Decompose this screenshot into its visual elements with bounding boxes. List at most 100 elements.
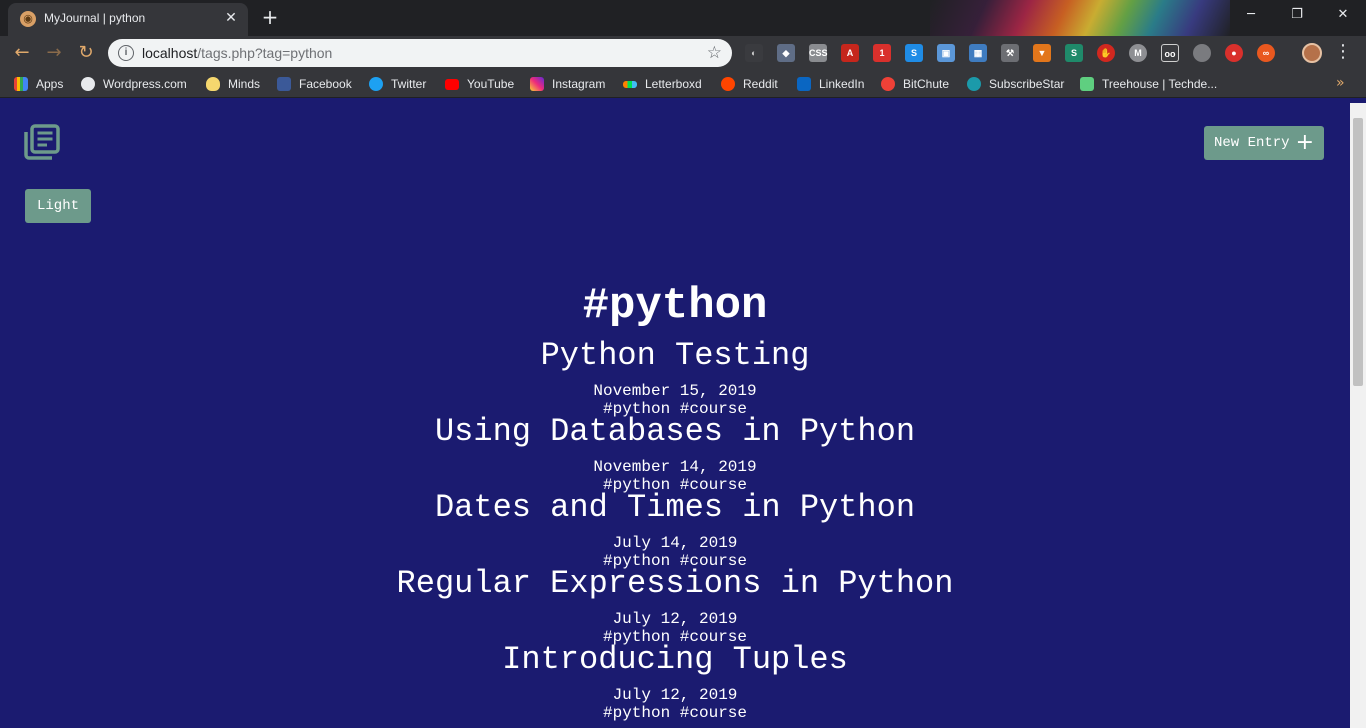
entry-title-link[interactable]: Python Testing: [0, 334, 1350, 378]
extension-screenshot-icon[interactable]: ▦: [969, 44, 987, 62]
bookmark-label: Apps: [36, 77, 64, 91]
extension-pdf-icon[interactable]: A: [841, 44, 859, 62]
entry-date: November 14, 2019: [593, 458, 757, 476]
scrollbar-thumb[interactable]: [1353, 118, 1363, 386]
bookmark-label: Minds: [228, 77, 261, 91]
tag-results: #python Python Testing November 15, 2019…: [0, 278, 1350, 722]
browser-tab-active[interactable]: ◉ MyJournal | python ✕: [8, 3, 248, 36]
extension-s-icon[interactable]: S: [905, 44, 923, 62]
entry-item: Using Databases in Python November 14, 2…: [0, 410, 1350, 494]
forward-arrow-icon[interactable]: →: [42, 41, 66, 65]
entry-title-link[interactable]: Regular Expressions in Python: [0, 562, 1350, 606]
entry-item: Dates and Times in Python July 14, 2019 …: [0, 486, 1350, 570]
page-scrollbar[interactable]: [1350, 103, 1366, 728]
bookmark-linkedin[interactable]: LinkedIn: [797, 76, 864, 92]
entry-date: November 15, 2019: [593, 382, 757, 400]
close-window-button[interactable]: ✕: [1320, 0, 1366, 30]
entry-date: July 14, 2019: [612, 534, 738, 552]
address-url: localhost/tags.php?tag=python: [142, 45, 333, 61]
journal-logo-icon[interactable]: [22, 124, 60, 160]
bookmark-label: LinkedIn: [819, 77, 865, 91]
browser-theme-art: [930, 0, 1230, 36]
wrench-icon[interactable]: ⚒: [1001, 44, 1019, 62]
extension-s-green-icon[interactable]: S: [1065, 44, 1083, 62]
back-arrow-icon[interactable]: ←: [10, 41, 34, 65]
entry-item: Python Testing November 15, 2019 #python…: [0, 334, 1350, 418]
bookmark-label: BitChute: [903, 77, 950, 91]
extension-balloon-icon[interactable]: [1193, 44, 1211, 62]
entry-title-link[interactable]: Introducing Tuples: [0, 638, 1350, 682]
browser-toolbar: ← → ↻ i localhost/tags.php?tag=python ☆ …: [0, 36, 1366, 70]
entry-item: Regular Expressions in Python July 12, 2…: [0, 562, 1350, 646]
bookmark-label: Treehouse | Techde...: [1102, 77, 1218, 91]
bitchute-icon: [881, 77, 895, 91]
browser-titlebar: ◉ MyJournal | python ✕ + ─ ❐ ✕: [0, 0, 1366, 36]
lightbulb-icon: [206, 77, 220, 91]
entry-title-link[interactable]: Using Databases in Python: [0, 410, 1350, 454]
theme-toggle-button[interactable]: Light: [25, 189, 91, 223]
bookmark-youtube[interactable]: YouTube: [445, 76, 514, 92]
bookmark-star-icon[interactable]: ☆: [707, 43, 722, 63]
twitter-icon: [369, 77, 383, 91]
address-bar[interactable]: i localhost/tags.php?tag=python ☆: [108, 39, 732, 67]
reload-icon[interactable]: ↻: [74, 41, 98, 65]
extension-css-icon[interactable]: CSS: [809, 44, 828, 62]
bookmark-twitter[interactable]: Twitter: [369, 76, 426, 92]
extension-fox-icon[interactable]: ▼: [1033, 44, 1051, 62]
entry-date: July 12, 2019: [612, 686, 738, 704]
extension-shield-icon[interactable]: ◆: [777, 44, 795, 62]
entry-title-link[interactable]: Dates and Times in Python: [0, 486, 1350, 530]
extension-stop-icon[interactable]: ✋: [1097, 44, 1115, 62]
extension-infinity-icon[interactable]: ∞: [1257, 44, 1275, 62]
new-entry-button[interactable]: New Entry +: [1204, 126, 1324, 160]
profile-avatar[interactable]: [1302, 43, 1322, 63]
menu-kebab-icon[interactable]: ⋮: [1334, 41, 1352, 62]
subscribestar-icon: [967, 77, 981, 91]
facebook-icon: [277, 77, 291, 91]
globe-icon: ◉: [20, 11, 36, 27]
extension-incognito-icon[interactable]: ◐: [745, 44, 763, 62]
bookmark-reddit[interactable]: Reddit: [721, 76, 778, 92]
bookmark-subscribestar[interactable]: SubscribeStar: [967, 76, 1064, 92]
theme-toggle-label: Light: [36, 198, 79, 214]
bookmark-apps[interactable]: Apps: [14, 76, 63, 92]
bookmark-minds[interactable]: Minds: [206, 76, 260, 92]
site-info-icon[interactable]: i: [118, 45, 134, 61]
linkedin-icon: [797, 77, 811, 91]
bookmark-label: YouTube: [467, 77, 515, 91]
extension-calendar-icon[interactable]: 1: [873, 44, 891, 62]
bookmark-facebook[interactable]: Facebook: [277, 76, 352, 92]
extension-ghost-icon[interactable]: ●: [1225, 44, 1243, 62]
bookmarks-bar: Apps Wordpress.com Minds Facebook Twitte…: [0, 70, 1366, 98]
new-tab-button[interactable]: +: [259, 6, 281, 28]
bookmark-wordpress[interactable]: Wordpress.com: [81, 76, 187, 92]
reddit-icon: [721, 77, 735, 91]
extension-windows-icon[interactable]: ▣: [937, 44, 955, 62]
bookmarks-overflow-icon[interactable]: »: [1336, 75, 1345, 91]
page-title: #python: [582, 281, 768, 331]
extension-m-icon[interactable]: M: [1129, 44, 1147, 62]
instagram-icon: [530, 77, 544, 91]
bookmark-letterboxd[interactable]: Letterboxd: [623, 76, 702, 92]
bookmark-treehouse[interactable]: Treehouse | Techde...: [1080, 76, 1217, 92]
plus-icon: +: [1295, 130, 1315, 155]
bookmark-label: SubscribeStar: [989, 77, 1065, 91]
new-entry-label: New Entry: [1213, 135, 1290, 151]
bookmark-instagram[interactable]: Instagram: [530, 76, 605, 92]
bookmark-label: Wordpress.com: [103, 77, 187, 91]
page-viewport: Light New Entry + #python Python Testing…: [0, 103, 1350, 728]
treehouse-icon: [1080, 77, 1094, 91]
restore-button[interactable]: ❐: [1274, 0, 1320, 30]
bookmark-label: Facebook: [299, 77, 352, 91]
wordpress-icon: [81, 77, 95, 91]
youtube-icon: [445, 78, 459, 90]
letterboxd-icon: [623, 80, 637, 88]
bookmark-label: Instagram: [552, 77, 606, 91]
minimize-button[interactable]: ─: [1228, 0, 1274, 30]
apps-grid-icon: [14, 77, 28, 91]
bookmark-label: Twitter: [391, 77, 427, 91]
close-tab-icon[interactable]: ✕: [222, 9, 240, 27]
entry-tags[interactable]: #python #course: [0, 704, 1350, 722]
bookmark-bitchute[interactable]: BitChute: [881, 76, 949, 92]
extension-glasses-icon[interactable]: oo: [1161, 44, 1179, 62]
